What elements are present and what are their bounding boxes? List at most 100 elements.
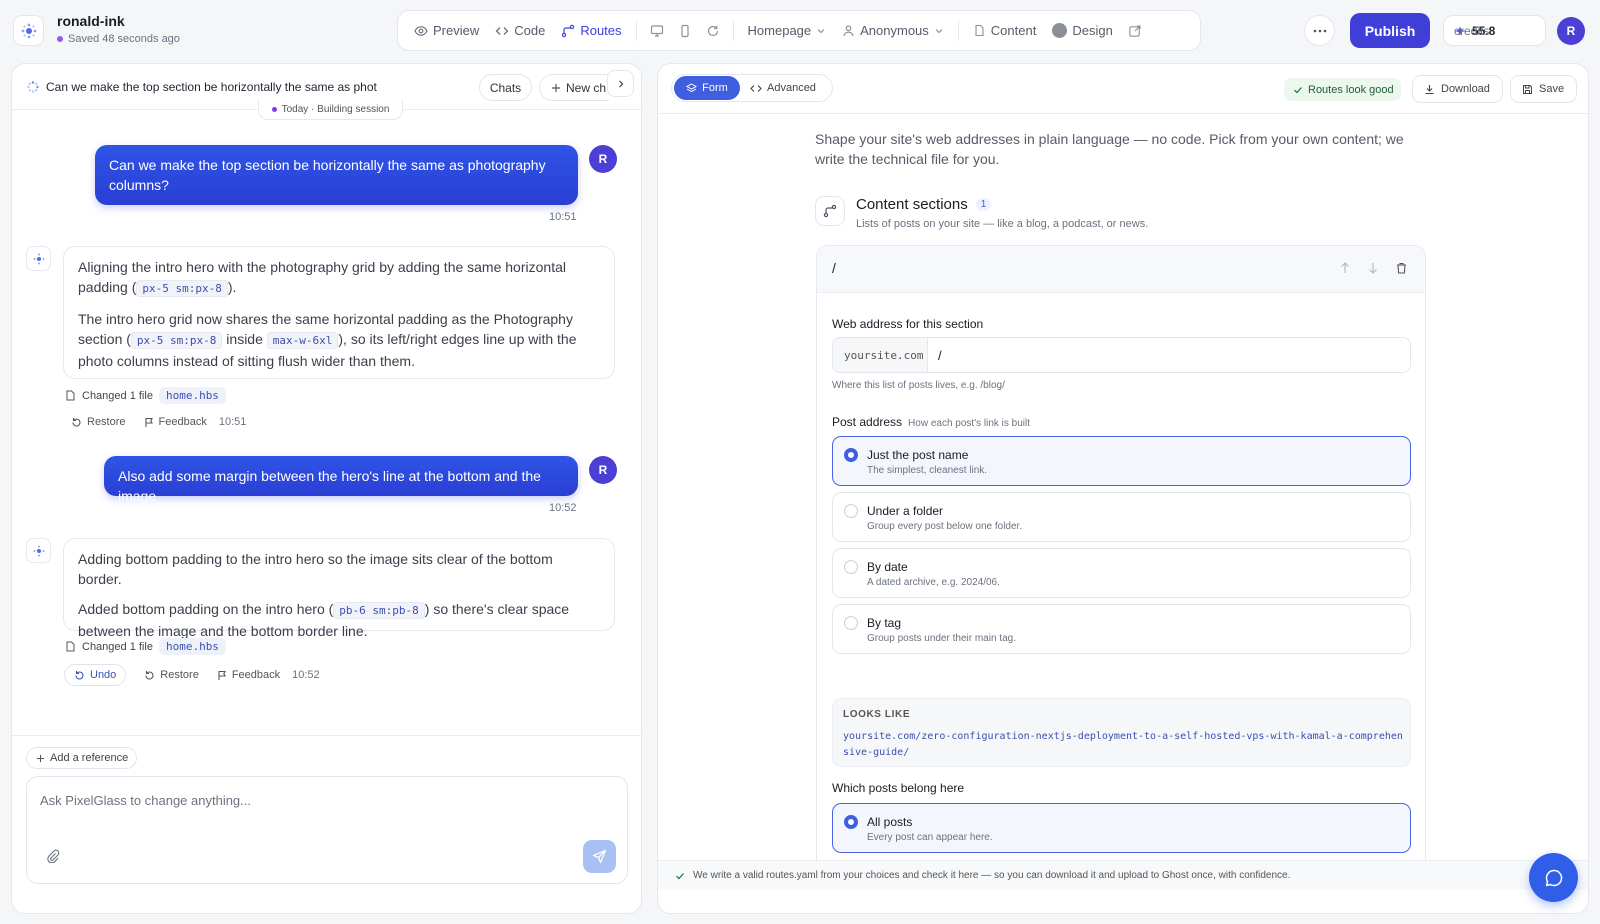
collapse-chat-button[interactable] <box>607 70 634 97</box>
message-time: 10:52 <box>292 669 320 681</box>
undo-button[interactable]: Undo <box>64 664 127 686</box>
content-button[interactable]: Content <box>965 17 1045 45</box>
arrow-up-icon[interactable] <box>1340 262 1350 274</box>
radio[interactable] <box>844 560 858 574</box>
download-label: Download <box>1441 83 1490 95</box>
refresh-button[interactable] <box>699 17 727 45</box>
open-external-button[interactable] <box>1121 17 1149 45</box>
save-button[interactable]: Save <box>1510 75 1577 103</box>
option-under-folder[interactable]: Under a folder Group every post below on… <box>832 492 1411 542</box>
add-reference-button[interactable]: Add a reference <box>26 747 137 769</box>
looks-like-label: LOOKS LIKE <box>843 709 911 720</box>
changed-files-label: Changed 1 file <box>82 389 153 402</box>
tab-form[interactable]: Form <box>674 76 740 100</box>
refresh-icon <box>707 25 718 36</box>
arrow-down-icon[interactable] <box>1368 262 1378 274</box>
download-button[interactable]: Download <box>1412 75 1503 103</box>
changed-files-label: Changed 1 file <box>82 640 153 653</box>
toolbar-divider <box>957 20 959 41</box>
route-icon <box>823 204 837 218</box>
user-avatar[interactable]: R <box>1557 17 1585 45</box>
send-icon <box>592 849 607 864</box>
desktop-view-button[interactable] <box>643 17 671 45</box>
content-button-label: Content <box>990 23 1037 38</box>
project-name[interactable]: ronald-ink <box>57 13 125 29</box>
user-icon <box>843 25 854 37</box>
message-time: 10:51 <box>549 211 577 223</box>
web-address-help: Where this list of posts lives, e.g. /bl… <box>832 380 1005 391</box>
changed-files: Changed 1 file home.hbs <box>65 387 226 404</box>
chat-input[interactable]: Ask PixelGlass to change anything... <box>40 793 251 808</box>
message-time: 10:51 <box>218 416 247 428</box>
mobile-view-button[interactable] <box>671 17 699 45</box>
option-by-date[interactable]: By date A dated archive, e.g. 2024/06. <box>832 548 1411 598</box>
new-chat-button[interactable]: New ch <box>539 74 609 101</box>
chats-button[interactable]: Chats <box>479 74 532 101</box>
restore-button[interactable]: Restore <box>71 416 126 428</box>
session-dot-icon <box>271 107 277 112</box>
assistant-message: Aligning the intro hero with the photogr… <box>63 246 615 379</box>
design-button[interactable]: Design <box>1044 17 1120 45</box>
feedback-label: Feedback <box>158 416 207 428</box>
radio[interactable] <box>844 616 858 630</box>
option-title: All posts <box>867 815 913 829</box>
restore-icon <box>72 417 81 427</box>
user-message-avatar: R <box>589 456 617 484</box>
user-select[interactable]: Anonymous <box>834 17 952 45</box>
save-label: Save <box>1539 83 1565 95</box>
radio-selected[interactable] <box>844 448 858 462</box>
domain-prefix: yoursite.com <box>833 338 928 372</box>
radio[interactable] <box>844 504 858 518</box>
page-select[interactable]: Homepage <box>740 17 835 45</box>
inline-code: pb-6 sm:pb-8 <box>333 602 425 619</box>
plus-icon <box>36 754 45 762</box>
status-dot-icon <box>57 36 63 42</box>
changed-file-chip[interactable]: home.hbs <box>158 638 226 655</box>
option-all-posts[interactable]: All posts Every post can appear here. <box>832 803 1411 853</box>
post-address-label-text: Post address <box>832 415 903 429</box>
path-input[interactable]: / <box>928 338 942 372</box>
feedback-button[interactable]: Feedback <box>217 669 280 681</box>
publish-button[interactable]: Publish <box>1350 13 1430 48</box>
web-address-field[interactable]: yoursite.com / <box>832 337 1411 373</box>
credits-badge[interactable]: 55.8 credits <box>1443 15 1546 46</box>
more-options-button[interactable] <box>1304 15 1335 46</box>
routes-header: Form Advanced Routes look good Download … <box>658 64 1588 114</box>
more-dots-icon <box>1313 29 1326 32</box>
changed-file-chip[interactable]: home.hbs <box>158 387 226 404</box>
attach-button[interactable] <box>46 849 60 863</box>
tab-advanced[interactable]: Advanced <box>740 76 826 100</box>
detail-text: inside <box>222 331 267 347</box>
save-status: Saved 48 seconds ago <box>57 33 180 45</box>
tab-advanced-label: Advanced <box>767 82 816 94</box>
feedback-label: Feedback <box>231 669 281 681</box>
assistant-message: Adding bottom padding to the intro hero … <box>63 538 615 639</box>
check-icon <box>1294 86 1302 93</box>
send-button[interactable] <box>583 840 616 873</box>
message-actions: Undo Restore Feedback 10:52 <box>64 664 320 686</box>
session-label: Today · Building session <box>258 100 403 120</box>
option-just-post-name[interactable]: Just the post name The simplest, cleanes… <box>832 436 1411 486</box>
app-logo[interactable] <box>13 15 44 46</box>
section-title-text: Content sections <box>856 196 968 213</box>
tab-routes[interactable]: Routes <box>553 17 629 45</box>
design-button-label: Design <box>1072 23 1113 38</box>
trash-icon[interactable] <box>1396 262 1407 274</box>
post-address-label: Post address How each post's link is buil… <box>832 415 1030 429</box>
feedback-button[interactable]: Feedback <box>144 416 207 428</box>
routes-intro: Shape your site's web addresses in plain… <box>815 131 1404 167</box>
tab-code[interactable]: Code <box>487 17 553 45</box>
assistant-detail: Added bottom padding on the intro hero (… <box>78 599 600 641</box>
section-title: Content sections 1 <box>856 196 992 213</box>
restore-button[interactable]: Restore <box>144 669 199 681</box>
summary-text: ). <box>227 279 237 295</box>
chat-composer[interactable]: Ask PixelGlass to change anything... <box>26 776 628 884</box>
option-description: Group every post below one folder. <box>867 521 1023 532</box>
support-chat-button[interactable] <box>1529 853 1578 902</box>
option-title: By tag <box>867 616 902 630</box>
inline-code: max-w-6xl <box>266 332 339 349</box>
tab-preview[interactable]: Preview <box>406 17 487 45</box>
routes-panel: Form Advanced Routes look good Download … <box>657 63 1589 914</box>
radio-selected[interactable] <box>844 815 858 829</box>
option-by-tag[interactable]: By tag Group posts under their main tag. <box>832 604 1411 654</box>
